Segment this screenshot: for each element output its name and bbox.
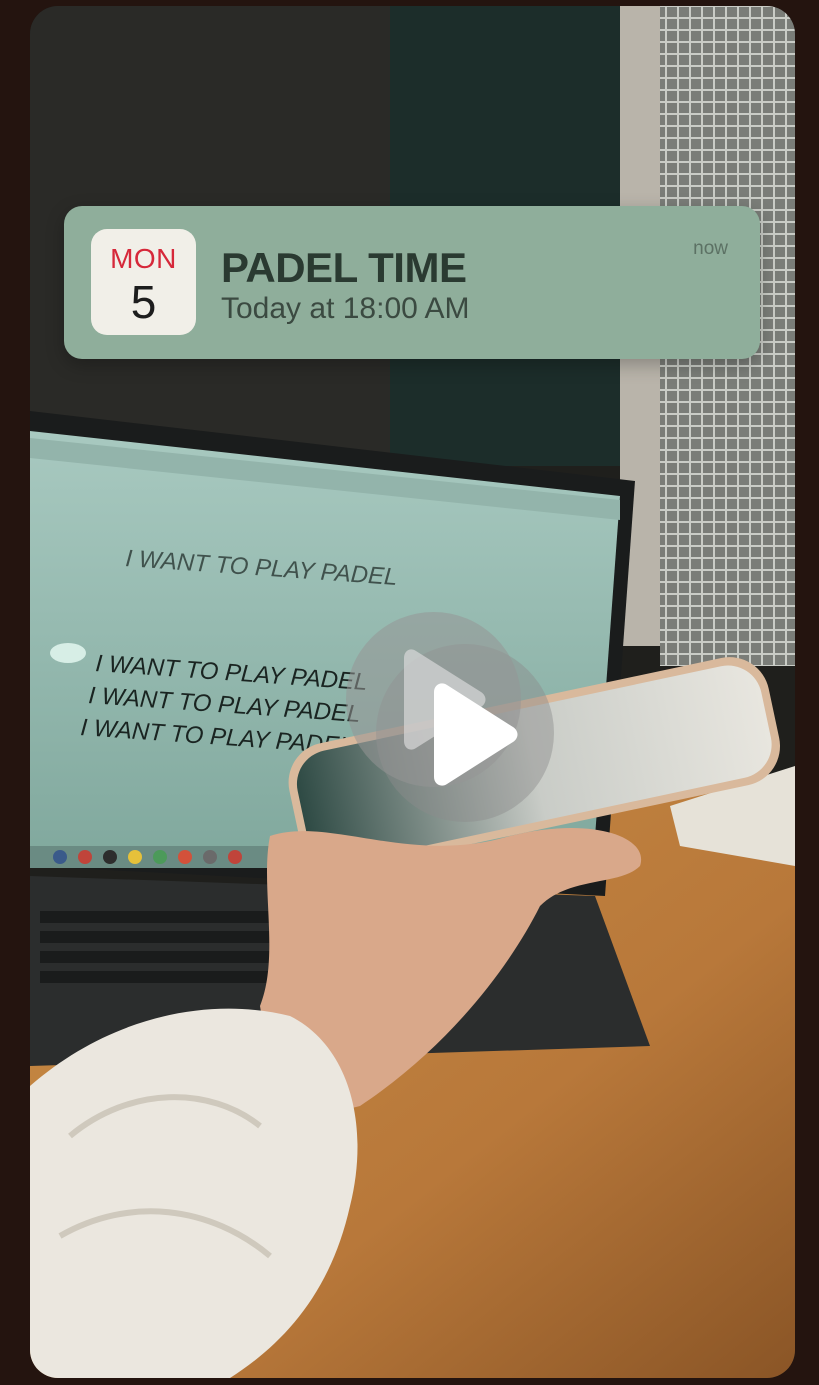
calendar-icon: MON 5 (91, 229, 196, 335)
calendar-day: 5 (130, 276, 157, 328)
play-icon (404, 649, 518, 786)
dock-icons (30, 846, 280, 868)
notification-title: PADEL TIME (221, 244, 467, 291)
calendar-notification[interactable]: MON 5 PADEL TIME Today at 18:00 AM now (64, 206, 760, 359)
notification-time: now (693, 238, 728, 259)
calendar-month: MON (110, 243, 177, 274)
cursor-highlight (50, 643, 86, 663)
notification-subtitle: Today at 18:00 AM (221, 292, 470, 325)
video-frame[interactable]: I WANT TO PLAY PADEL I WANT TO PLAY PADE… (30, 6, 795, 1378)
play-button[interactable] (346, 612, 521, 787)
